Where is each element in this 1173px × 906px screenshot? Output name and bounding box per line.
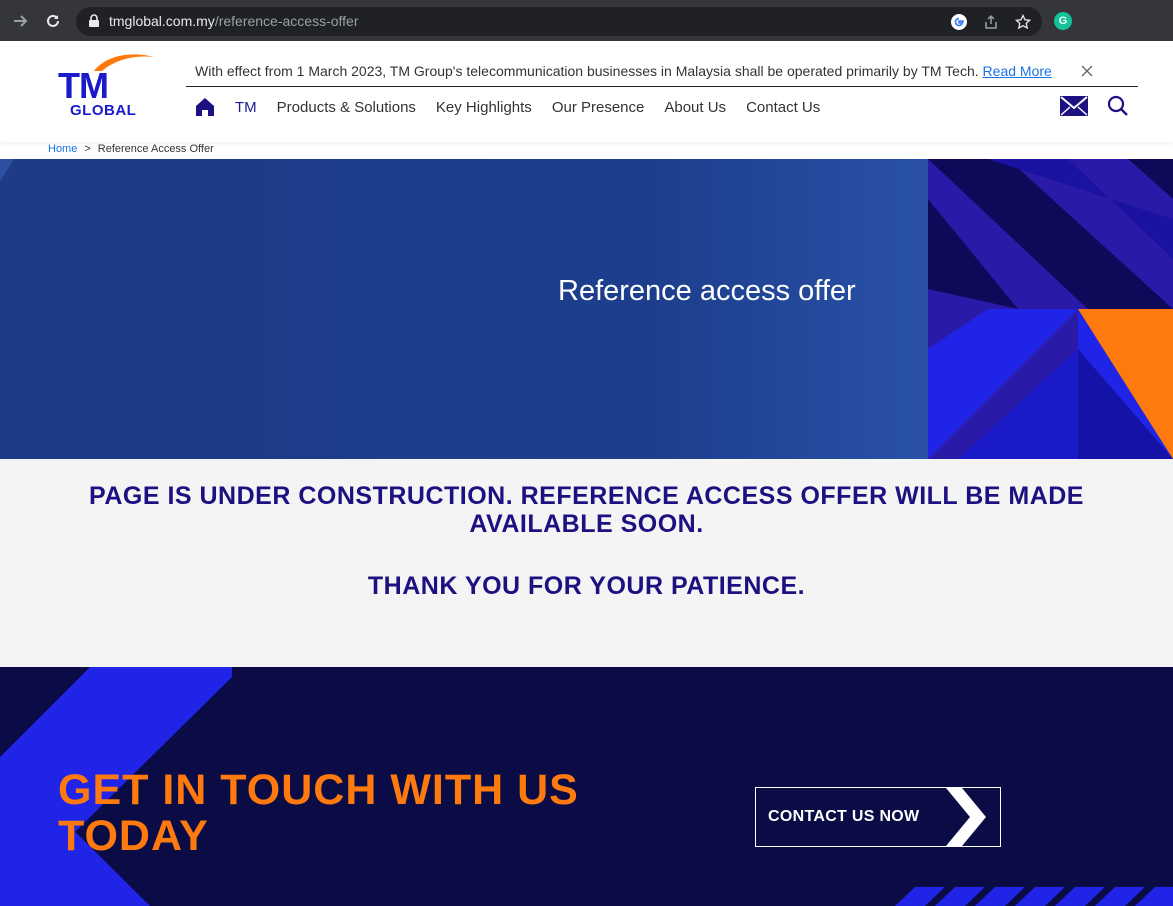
google-icon[interactable] [949,12,969,32]
search-icon[interactable] [1107,95,1129,122]
contact-cta-section: GET IN TOUCH WITH US TODAY CONTACT US NO… [0,667,1173,906]
contact-us-now-label: CONTACT US NOW [768,808,920,825]
breadcrumb-separator: > [84,143,91,155]
cta-heading: GET IN TOUCH WITH US TODAY [58,766,579,860]
url-text: tmglobal.com.my/reference-access-offer [109,13,359,29]
browser-toolbar: tmglobal.com.my/reference-access-offer G [0,0,1173,41]
construction-notice: PAGE IS UNDER CONSTRUCTION. REFERENCE AC… [0,459,1173,667]
home-icon[interactable] [194,96,216,118]
tm-global-logo[interactable]: TM GLOBAL [56,51,160,121]
thank-you-message: THANK YOU FOR YOUR PATIENCE. [367,572,806,600]
contact-us-now-button[interactable]: CONTACT US NOW [755,787,1001,847]
nav-item-our-presence[interactable]: Our Presence [552,99,645,116]
breadcrumb-current: Reference Access Offer [97,143,214,155]
mail-icon[interactable] [1059,95,1089,122]
nav-item-tm[interactable]: TM [235,99,257,116]
grammarly-extension-icon[interactable]: G [1054,12,1072,30]
nav-item-about-us[interactable]: About Us [664,99,726,116]
nav-item-contact-us[interactable]: Contact Us [746,99,820,116]
logo-global-text: GLOBAL [70,102,137,119]
hero-corner-decoration [0,159,14,181]
reload-icon[interactable] [40,8,66,34]
page-title: Reference access offer [558,275,856,307]
address-bar[interactable]: tmglobal.com.my/reference-access-offer [76,7,1042,36]
nav-item-key-highlights[interactable]: Key Highlights [436,99,532,116]
hero-pattern-graphic [928,159,1173,459]
logo-tm-text: TM [58,65,109,106]
hero-banner: Reference access offer [0,159,1173,459]
construction-message: PAGE IS UNDER CONSTRUCTION. REFERENCE AC… [89,482,1084,538]
main-nav: TM Products & Solutions Key Highlights O… [194,95,840,119]
read-more-link[interactable]: Read More [983,63,1052,79]
lock-icon [88,14,100,33]
breadcrumb-home-link[interactable]: Home [48,143,77,159]
breadcrumb: Home > Reference Access Offer [48,143,214,159]
forward-icon[interactable] [8,8,34,34]
star-icon[interactable] [1013,12,1033,32]
share-icon[interactable] [981,12,1001,32]
announcement-bar: With effect from 1 March 2023, TM Group'… [186,55,1138,87]
site-header: TM GLOBAL With effect from 1 March 2023,… [0,41,1173,142]
nav-item-products-solutions[interactable]: Products & Solutions [277,99,416,116]
announcement-text: With effect from 1 March 2023, TM Group'… [195,63,979,79]
chevron-right-icon [946,788,986,846]
close-icon[interactable] [1080,64,1094,78]
